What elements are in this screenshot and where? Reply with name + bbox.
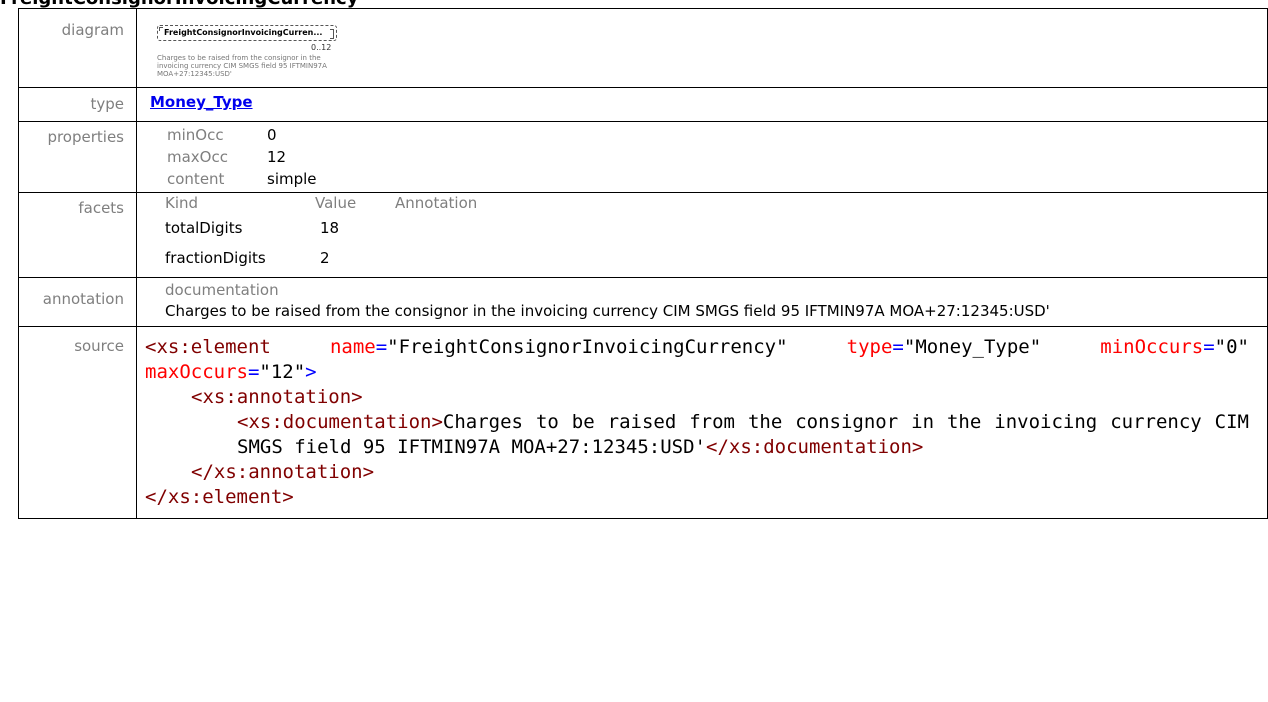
label-diagram: diagram xyxy=(18,8,137,88)
diagram-note: Charges to be raised from the consignor … xyxy=(157,54,327,78)
source-line: </xs:element> xyxy=(145,486,294,508)
source-line: <xs:annotation> xyxy=(191,386,363,408)
annotation-block: documentation Charges to be raised from … xyxy=(137,278,1267,326)
label-facets: facets xyxy=(18,192,137,278)
source-line: </xs:annotation> xyxy=(191,461,375,483)
row-annotation: annotation documentation Charges to be r… xyxy=(18,277,1268,327)
label-type: type xyxy=(18,87,137,122)
row-diagram: diagram FreightConsignorInvoicingCurren.… xyxy=(18,8,1268,88)
diagram-occurrence: 0..12 xyxy=(311,43,332,52)
annotation-heading: documentation xyxy=(165,281,279,299)
element-doc-table: diagram FreightConsignorInvoicingCurren.… xyxy=(18,8,1268,519)
property-row: maxOcc 12 xyxy=(167,148,287,166)
diagram-element-box[interactable]: FreightConsignorInvoicingCurren... xyxy=(157,25,337,41)
source-line: <xs:documentation>Charges to be raised f… xyxy=(237,411,1249,458)
facet-row: totalDigits 18 xyxy=(165,219,340,237)
type-link[interactable]: Money_Type xyxy=(150,93,253,111)
properties-list: minOcc 0 maxOcc 12 content simple xyxy=(137,122,1267,192)
annotation-text: Charges to be raised from the consignor … xyxy=(165,302,1050,320)
row-type: type Money_Type xyxy=(18,87,1268,122)
row-source: source <xs:element name="FreightConsigno… xyxy=(18,326,1268,519)
row-facets: facets Kind Value Annotation totalDigits 18… xyxy=(18,192,1268,278)
page-title: FreightConsignorInvoicingCurrency xyxy=(0,0,358,9)
property-row: minOcc 0 xyxy=(167,126,277,144)
row-properties: properties minOcc 0 maxOcc 12 content simpl… xyxy=(18,121,1268,193)
element-diagram: FreightConsignorInvoicingCurren... 0..12… xyxy=(137,9,1267,87)
label-annotation: annotation xyxy=(18,277,137,327)
source-line: <xs:element name="FreightConsignorInvoic… xyxy=(145,336,1249,383)
facets-header: Kind Value Annotation xyxy=(165,194,478,212)
label-source: source xyxy=(18,326,137,519)
label-properties: properties xyxy=(18,121,137,193)
facets-table: Kind Value Annotation totalDigits 18 fracti… xyxy=(137,193,1267,277)
facet-row: fractionDigits 2 xyxy=(165,249,330,267)
property-row: content simple xyxy=(167,170,317,188)
source-code: <xs:element name="FreightConsignorInvoic… xyxy=(137,327,1267,518)
